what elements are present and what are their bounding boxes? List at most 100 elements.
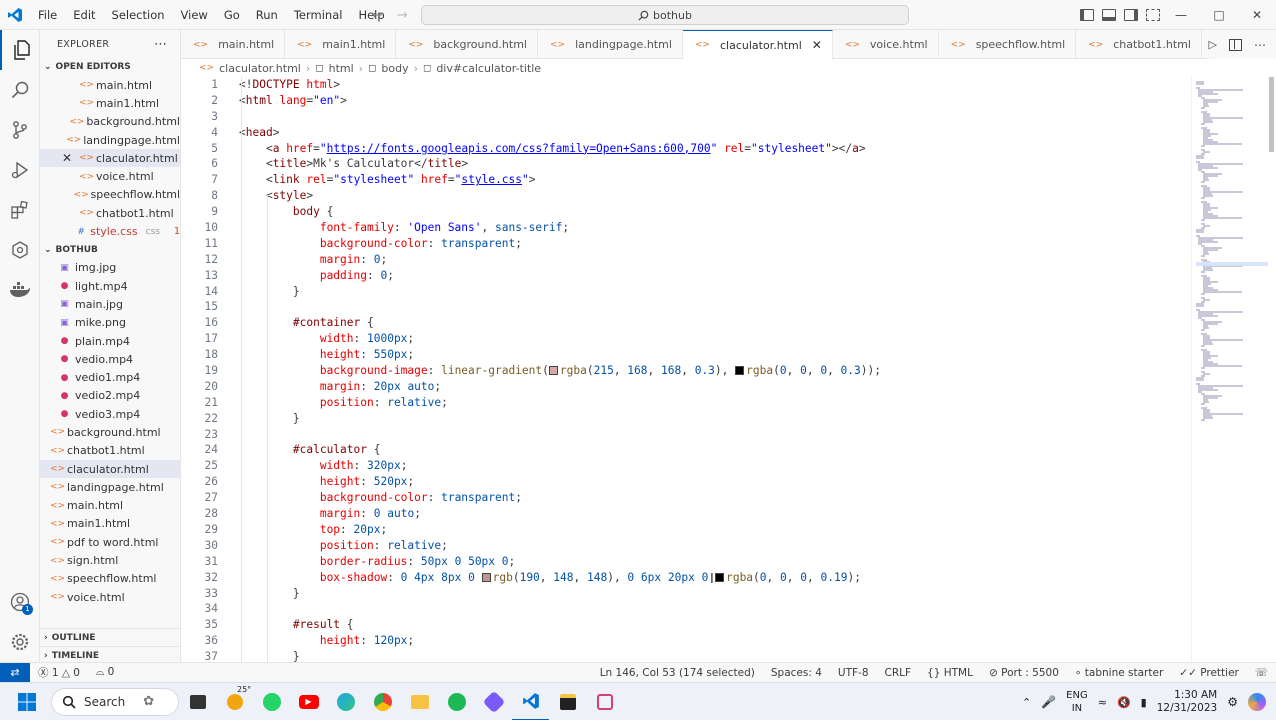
notification-icon[interactable]: ⚙ (1227, 695, 1238, 709)
cursor-position[interactable]: Ln 146, Col 53 (174 selected) (592, 667, 763, 679)
tabnine-status[interactable]: ∘ tabnine starter (1067, 667, 1171, 679)
minimize-icon[interactable]: — (1162, 0, 1200, 30)
menu-view[interactable]: View (173, 0, 216, 30)
ports-indicator[interactable]: ⌓ 0 (88, 666, 122, 679)
snipping-tool-icon[interactable] (586, 683, 623, 720)
breadcrumb-div[interactable]: div#calculator-title (436, 62, 541, 75)
run-debug-icon[interactable] (0, 150, 40, 190)
windows-start-icon[interactable] (8, 683, 46, 720)
tab-main-html[interactable]: <> main.html (181, 30, 286, 59)
folder-icon[interactable] (401, 683, 438, 720)
file-tree-item[interactable]: <> background.html (40, 423, 180, 441)
more-actions-icon[interactable]: ⋯ (1254, 38, 1266, 52)
color-swatch-icon[interactable] (715, 572, 725, 582)
battery-icon[interactable]: ▮ (1141, 696, 1147, 709)
breadcrumb-html[interactable]: html (329, 62, 354, 75)
account-icon[interactable]: 1 (0, 582, 40, 622)
open-editor-item[interactable]: # style.css css 1 (40, 222, 180, 240)
close-icon[interactable]: ✕ (60, 151, 74, 165)
arrow-right-icon[interactable]: → (397, 8, 408, 23)
open-editor-item[interactable]: <> main.html (40, 76, 180, 94)
command-center-search[interactable]: bothub (421, 5, 909, 25)
search-icon[interactable] (0, 70, 40, 110)
settings-gear-icon[interactable] (0, 622, 40, 662)
breadcrumb-file[interactable]: claculator.html (219, 62, 301, 75)
code-editor[interactable]: 1 <!DOCTYPE html> 2 <html lang="en"> 3 4 <head… (181, 77, 1191, 662)
indentation[interactable]: Spaces: 4 (763, 667, 830, 679)
copilot-icon[interactable] (1248, 693, 1266, 711)
clock[interactable]: 1:30 AM 12/31/2023 (1157, 689, 1218, 715)
customize-layout-icon[interactable] (1146, 9, 1160, 21)
copilot-app-icon[interactable] (475, 683, 512, 720)
menu-go[interactable]: Go (216, 0, 248, 30)
tab-main1-html[interactable]: <> main1.html (285, 30, 397, 59)
live-server-port[interactable]: ⊘ Port : 5500 (981, 667, 1067, 679)
files-icon[interactable] (0, 30, 40, 70)
menu-selection[interactable]: Selection (104, 0, 173, 30)
spotify-icon[interactable] (438, 683, 475, 720)
menu-terminal[interactable]: Terminal (286, 0, 351, 30)
menu-file[interactable]: File (30, 0, 65, 30)
file-tree-item[interactable]: ▣ mike.png (40, 314, 180, 332)
file-tree-item[interactable]: ● light.mp4 (40, 277, 180, 295)
close-window-icon[interactable]: ✕ (1238, 0, 1276, 30)
menu-run[interactable]: Run (248, 0, 286, 30)
toggle-primary-sidebar-icon[interactable] (1080, 9, 1094, 21)
file-tree-item[interactable]: <> claculator.html (40, 459, 180, 479)
run-icon[interactable]: ▷ (1209, 38, 1217, 51)
maximize-icon[interactable]: □ (1200, 0, 1238, 30)
docker-icon[interactable] (0, 270, 40, 310)
source-control-icon[interactable] (0, 110, 40, 150)
whatsapp-icon[interactable] (253, 683, 290, 720)
editor-scrollbar[interactable] (1269, 77, 1274, 152)
youtube-icon[interactable]: ▶ (290, 683, 327, 720)
tab-chatbot1-html[interactable]: <> chatbot1.html (1076, 30, 1202, 59)
breadcrumb-body[interactable]: body (381, 62, 408, 75)
vscode-icon[interactable] (512, 683, 549, 720)
tab-claculator-html[interactable]: <> claculator.html ✕ (682, 30, 833, 59)
timeline-header[interactable]: › TIMELINE (40, 646, 180, 662)
open-editor-item[interactable]: <> chatbot1.html (40, 204, 180, 222)
notes-icon[interactable] (549, 683, 586, 720)
tab-voice-html[interactable]: <> voice.html (833, 30, 939, 59)
edge-icon[interactable] (327, 683, 364, 720)
file-explorer-icon[interactable] (179, 683, 216, 720)
minimap[interactable] (1191, 77, 1276, 662)
more-actions-icon[interactable]: ⋯ (154, 37, 168, 52)
toggle-secondary-sidebar-icon[interactable] (1124, 9, 1138, 21)
close-icon[interactable]: ✕ (812, 38, 822, 52)
color-swatch-icon[interactable] (481, 572, 491, 582)
toggle-panel-icon[interactable] (1102, 9, 1116, 21)
tab-landingpage-html[interactable]: <> landingpage.html (538, 30, 683, 59)
open-editor-item[interactable]: <> background.html (40, 113, 180, 131)
file-tree-item[interactable]: ▣ main.jpg (40, 295, 180, 313)
open-editor-item[interactable]: <> main1.html (40, 94, 180, 112)
file-tree-item[interactable]: ▣ img.jpg (40, 259, 180, 277)
file-tree-item[interactable]: <> sign.html (40, 551, 180, 569)
file-tree-item[interactable]: <> landingpage.html (40, 478, 180, 496)
chevron-up-icon[interactable]: ⌃ (1022, 696, 1031, 709)
remote-indicator-icon[interactable]: ⇄ (0, 662, 30, 683)
prettier-status[interactable]: ✓✓ Prettier (1171, 667, 1247, 679)
file-tree-item[interactable]: ● plain.mp4 (40, 332, 180, 350)
file-tree-item[interactable]: ● vedio2.mp4 (40, 387, 180, 405)
file-tree-item[interactable]: <> pdf to word.html (40, 533, 180, 551)
folder-header[interactable]: ⌄ BOTHUB (40, 241, 180, 259)
color-swatch-icon[interactable] (548, 366, 558, 376)
file-tree-item[interactable]: ● vedio3.mp4 (40, 405, 180, 423)
chrome-icon[interactable] (364, 683, 401, 720)
encoding[interactable]: UTF-8 (830, 667, 877, 679)
taskbar-search[interactable]: Search ✿ (51, 687, 179, 716)
tab-background-html[interactable]: <> background.html (396, 30, 538, 59)
line-ending[interactable]: CRLF (877, 667, 920, 679)
file-tree-item[interactable]: ● vedio.mp4 (40, 350, 180, 368)
microphone-icon[interactable]: 🎤 (1041, 695, 1056, 709)
file-tree-item[interactable]: <> main.html (40, 497, 180, 515)
wifi-icon[interactable]: ≈ (1098, 696, 1107, 709)
file-tree-item[interactable]: <> chatbot1.html (40, 442, 180, 460)
menu-edit[interactable]: Edit (65, 0, 103, 30)
open-editor-item[interactable]: ✕ <> claculator.html (40, 149, 180, 168)
extensions-icon[interactable] (0, 190, 40, 230)
file-tree-item[interactable]: ● vedio1.mp4 (40, 368, 180, 386)
color-swatch-icon[interactable] (735, 366, 745, 376)
